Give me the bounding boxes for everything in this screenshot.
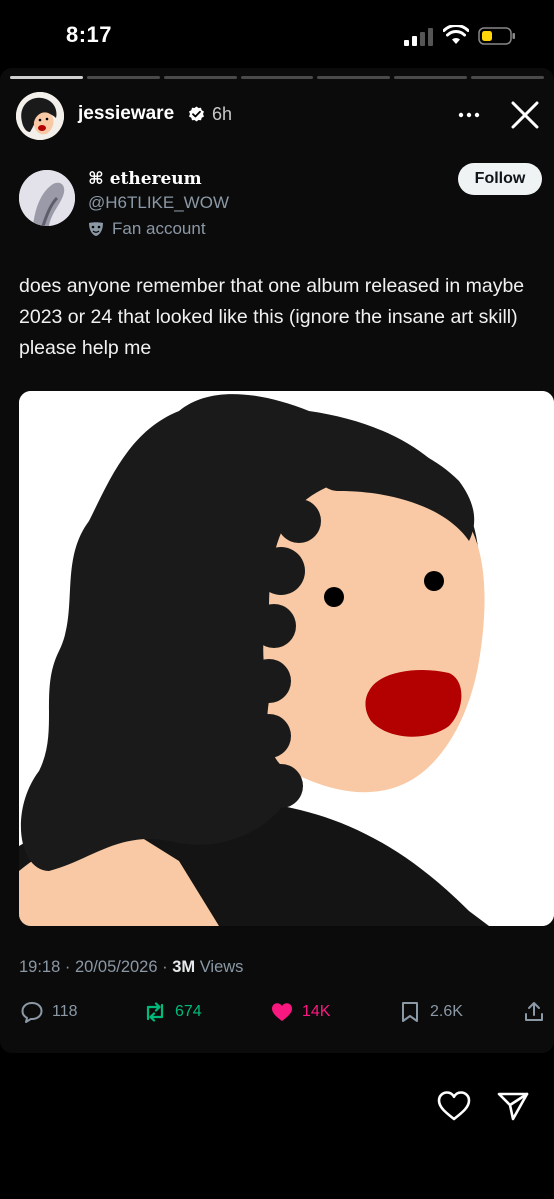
status-bar: 8:17 bbox=[0, 0, 554, 66]
tweet-views-count: 3M bbox=[172, 958, 196, 976]
progress-segment bbox=[10, 76, 83, 79]
tweet-image[interactable] bbox=[19, 391, 554, 926]
progress-segment bbox=[394, 76, 468, 79]
like-button[interactable]: 14K bbox=[270, 1000, 330, 1024]
tweet-views-label: Views bbox=[195, 958, 244, 976]
reply-icon bbox=[21, 1002, 43, 1023]
story-time: 6h bbox=[212, 104, 233, 124]
story-avatar[interactable] bbox=[16, 92, 64, 140]
share-icon bbox=[525, 1002, 543, 1021]
bookmark-button[interactable]: 2.6K bbox=[398, 1000, 463, 1024]
progress-segment bbox=[471, 76, 545, 79]
bookmark-icon bbox=[402, 1002, 418, 1022]
like-icon bbox=[272, 1003, 292, 1021]
send-icon[interactable] bbox=[496, 1090, 530, 1122]
story-header: jessieware 6h bbox=[16, 92, 546, 140]
signal-icon bbox=[404, 28, 433, 46]
repost-count: 674 bbox=[175, 1003, 202, 1020]
fan-account-label: Fan account bbox=[88, 219, 206, 239]
tweet-handle[interactable]: @H6TLIKE_WOW bbox=[88, 193, 229, 213]
follow-button[interactable]: Follow bbox=[458, 163, 542, 195]
progress-segment bbox=[240, 76, 314, 79]
tweet-text: does anyone remember that one album rele… bbox=[19, 275, 525, 359]
mask-icon bbox=[89, 222, 103, 236]
story-progress bbox=[10, 76, 545, 79]
reply-button[interactable]: 118 bbox=[20, 1000, 78, 1024]
tweet-actions: 118 674 14K 2.6K bbox=[0, 1000, 554, 1026]
repost-icon bbox=[146, 1002, 164, 1022]
tweet-display-name[interactable]: ⌘ ethereum bbox=[88, 169, 202, 189]
repost-button[interactable]: 674 bbox=[143, 1000, 202, 1024]
verified-icon bbox=[189, 106, 204, 122]
fan-account-text: Fan account bbox=[112, 219, 206, 238]
progress-segment bbox=[86, 76, 160, 79]
more-icon[interactable] bbox=[454, 100, 484, 130]
progress-segment bbox=[163, 76, 237, 79]
heart-icon[interactable] bbox=[437, 1090, 471, 1122]
bookmark-count: 2.6K bbox=[430, 1003, 463, 1020]
tweet-avatar[interactable] bbox=[19, 170, 75, 226]
progress-segment bbox=[317, 76, 391, 79]
close-icon[interactable] bbox=[508, 98, 542, 132]
wifi-icon bbox=[443, 25, 469, 44]
like-count: 14K bbox=[302, 1003, 331, 1020]
story-username[interactable]: jessieware bbox=[78, 103, 174, 125]
tweet-meta: 19:18 · 20/05/2026 · 3M Views bbox=[19, 958, 243, 977]
story-card[interactable]: jessieware 6h ⌘ ethereum @H6TLIKE_WOW Fa… bbox=[0, 68, 554, 1053]
status-clock: 8:17 bbox=[66, 22, 113, 47]
reply-count: 118 bbox=[52, 1003, 78, 1020]
share-button[interactable] bbox=[522, 1000, 546, 1024]
tweet-timestamp: 19:18 · 20/05/2026 · bbox=[19, 958, 173, 976]
battery-icon bbox=[478, 27, 515, 45]
